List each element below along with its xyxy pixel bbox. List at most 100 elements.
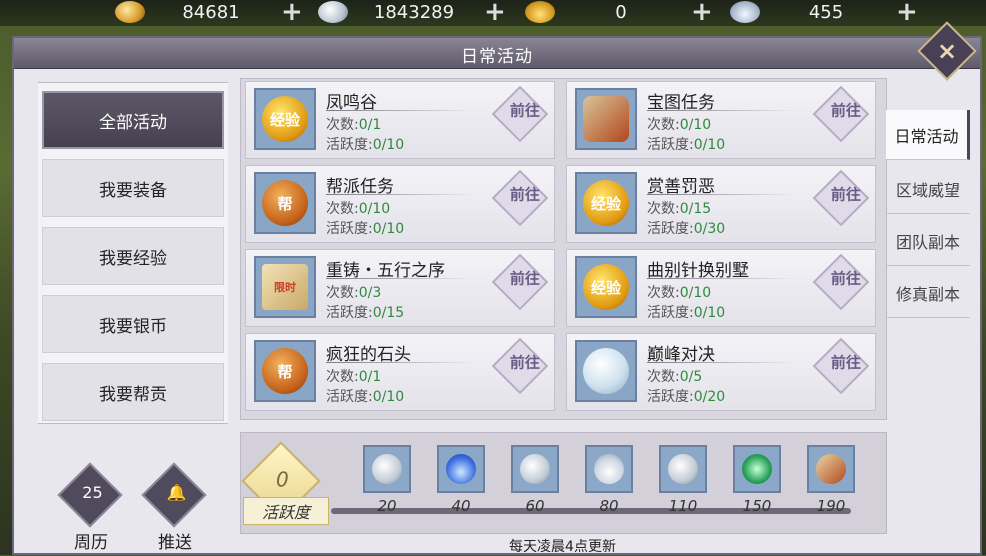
activity-points: 活跃度:0/10 [326,134,404,154]
category-silver[interactable]: 我要银币 [42,295,224,353]
calendar-button[interactable]: 25 周历 [56,462,126,553]
reward-chest[interactable] [585,445,633,493]
reward-chest[interactable] [437,445,485,493]
activity-count: 次数:0/1 [326,114,381,134]
activity-card[interactable]: 巅峰对决 次数:0/5 活跃度:0/20 前往 [566,333,876,411]
currency-silver: 1843289 + [318,0,506,25]
tab-regional-prestige[interactable]: 区域威望 [886,164,970,214]
scroll-icon [583,96,629,142]
activity-points: 活跃度:0/10 [647,302,725,322]
points-value: 0/20 [693,389,726,405]
divider [647,194,797,195]
title-bar: 日常活动 [14,38,980,69]
go-button[interactable]: 前往 [812,169,870,227]
divider [326,362,476,363]
divider [326,194,476,195]
go-button[interactable]: 前往 [491,253,549,311]
activity-card[interactable]: 帮 帮派任务 次数:0/10 活跃度:0/10 前往 [245,165,555,243]
count-label: 次数: [326,369,359,385]
go-label: 前往 [830,269,861,288]
category-all[interactable]: 全部活动 [42,91,224,149]
milestone-value: 80 [599,497,619,515]
activity-icon [575,340,637,402]
milestone-value: 40 [451,497,471,515]
reward-chest[interactable] [511,445,559,493]
silver-gem-icon [583,348,629,394]
exp-orb-icon: 经验 [583,264,629,310]
activity-card[interactable]: 经验 赏善罚恶 次数:0/15 活跃度:0/30 前往 [566,165,876,243]
activity-points: 活跃度:0/15 [326,302,404,322]
tab-team-dungeon[interactable]: 团队副本 [886,216,970,266]
silver-ingot-icon [594,454,624,484]
limited-map-icon: 限时 [262,264,308,310]
add-currency-button[interactable]: + [281,0,303,25]
category-experience[interactable]: 我要经验 [42,227,224,285]
reward-chest[interactable] [733,445,781,493]
points-total-value: 0 [276,467,289,492]
go-button[interactable]: 前往 [491,85,549,143]
activity-card[interactable]: 经验 曲别针换别墅 次数:0/10 活跃度:0/10 前往 [566,249,876,327]
silver-coin-icon [372,454,402,484]
close-button[interactable]: × [917,21,977,81]
count-value: 0/5 [679,369,703,385]
activity-icon: 帮 [254,172,316,234]
exp-orb-icon: 经验 [262,96,308,142]
tab-daily[interactable]: 日常活动 [886,110,970,160]
reward-chest[interactable] [659,445,707,493]
count-label: 次数: [647,201,680,217]
reward-chest[interactable] [363,445,411,493]
activity-icon: 经验 [575,172,637,234]
go-button[interactable]: 前往 [491,169,549,227]
points-label: 活跃度: [647,137,694,153]
points-label: 活跃度: [647,221,694,237]
activity-points-bar: 0 活跃度 20 40 60 80 110 150 190 [240,432,887,534]
count-label: 次数: [326,117,359,133]
points-label: 活跃度 [243,497,329,525]
activity-card[interactable]: 限时 重铸・五行之序 次数:0/3 活跃度:0/15 前往 [245,249,555,327]
activity-count: 次数:0/1 [326,366,381,386]
gold-ingot-icon [525,1,555,23]
calendar-day: 25 [82,483,103,503]
activity-card[interactable]: 宝图任务 次数:0/10 活跃度:0/10 前往 [566,81,876,159]
count-value: 0/1 [358,117,382,133]
count-label: 次数: [647,285,680,301]
count-label: 次数: [326,285,359,301]
points-label: 活跃度: [326,305,373,321]
silver-coin-icon [520,454,550,484]
exp-orb-icon: 经验 [583,180,629,226]
category-panel: 全部活动 我要装备 我要经验 我要银币 我要帮贡 [38,82,228,424]
tab-cultivation-dungeon[interactable]: 修真副本 [886,268,970,318]
go-label: 前往 [509,185,540,204]
currency-value: 0 [615,1,627,23]
currency-value: 455 [808,1,844,23]
gold-coin-icon [115,1,145,23]
activity-card[interactable]: 经验 凤鸣谷 次数:0/1 活跃度:0/10 前往 [245,81,555,159]
add-currency-button[interactable]: + [484,0,506,25]
milestone-value: 150 [742,497,772,515]
count-label: 次数: [647,369,680,385]
calendar-label: 周历 [74,533,108,553]
category-equipment[interactable]: 我要装备 [42,159,224,217]
add-currency-button[interactable]: + [896,0,918,25]
green-gem-icon [742,454,772,484]
count-label: 次数: [647,117,680,133]
currency-silver-ingot: 455 + [730,0,918,25]
push-button[interactable]: 🔔 推送 [140,462,210,553]
go-label: 前往 [830,353,861,372]
activity-count: 次数:0/15 [647,198,711,218]
add-currency-button[interactable]: + [691,0,713,25]
go-button[interactable]: 前往 [812,85,870,143]
go-button[interactable]: 前往 [812,253,870,311]
count-value: 0/10 [358,201,391,217]
guild-badge-icon: 帮 [262,180,308,226]
go-button[interactable]: 前往 [812,337,870,395]
milestone-value: 110 [668,497,698,515]
bell-icon: 🔔 [141,462,207,528]
go-button[interactable]: 前往 [491,337,549,395]
currency-value: 84681 [182,1,240,23]
category-guild-contribution[interactable]: 我要帮贡 [42,363,224,421]
close-icon: × [936,36,958,65]
reward-chest[interactable] [807,445,855,493]
activity-card[interactable]: 帮 疯狂的石头 次数:0/1 活跃度:0/10 前往 [245,333,555,411]
guild-badge-icon: 帮 [262,348,308,394]
